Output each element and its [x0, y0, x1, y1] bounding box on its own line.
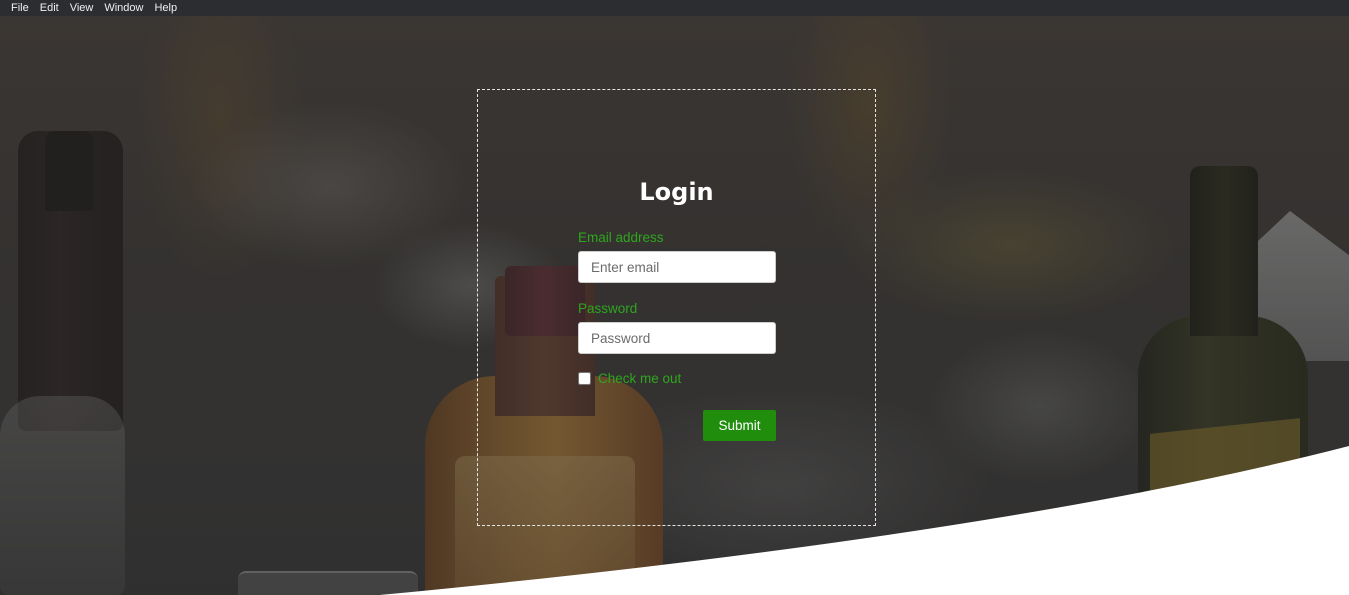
submit-button[interactable]: Submit: [703, 410, 776, 441]
check-me-out-label: Check me out: [598, 371, 682, 386]
menu-bar: File Edit View Window Help: [0, 0, 1349, 16]
password-label: Password: [578, 301, 638, 316]
remember-row: Check me out: [578, 371, 776, 386]
menu-help[interactable]: Help: [149, 0, 183, 16]
menu-window[interactable]: Window: [99, 0, 149, 16]
login-form: Email address Password Check me out Subm…: [578, 230, 776, 441]
menu-file[interactable]: File: [6, 0, 35, 16]
login-panel: Login Email address Password Check me ou…: [477, 89, 876, 526]
menu-view[interactable]: View: [65, 0, 100, 16]
password-field[interactable]: [578, 322, 776, 354]
email-field[interactable]: [578, 251, 776, 283]
background-photo: Login Email address Password Check me ou…: [0, 16, 1349, 595]
email-label: Email address: [578, 230, 664, 245]
login-title: Login: [639, 178, 714, 206]
check-me-out-checkbox[interactable]: [578, 372, 591, 385]
menu-edit[interactable]: Edit: [35, 0, 65, 16]
